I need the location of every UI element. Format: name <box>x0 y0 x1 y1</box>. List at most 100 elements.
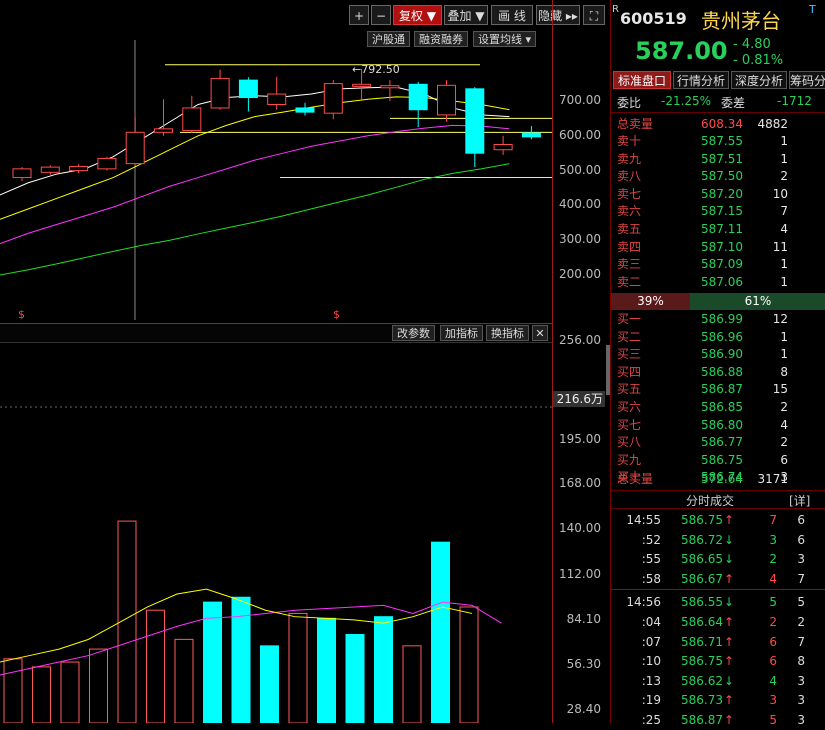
hgt-button[interactable]: 沪股通 <box>367 31 410 47</box>
tab-chips[interactable]: 筹码分 <box>789 71 825 89</box>
add-indicator-button[interactable]: 加指标 <box>440 325 483 341</box>
tick-time: :04 <box>641 615 661 629</box>
level-label: 买三 <box>617 347 642 362</box>
volume-bar <box>146 609 165 723</box>
price-chart[interactable]: ←792.50 $ $ <box>0 0 552 320</box>
level-volume: 6 <box>780 452 788 467</box>
weibi-value: -21.25% <box>661 94 712 108</box>
draw-line-button[interactable]: 画 线 <box>491 5 533 25</box>
volume-bar <box>431 541 450 723</box>
tick-price: 586.55 <box>681 595 723 610</box>
bid-row[interactable]: 买二 586.96 1 <box>611 329 825 346</box>
y-axis-area: 700.00 600.00 500.00 400.00 300.00 200.00 256… <box>552 0 607 723</box>
ask-row[interactable]: 卖九 587.51 1 <box>611 151 825 168</box>
bid-row[interactable]: 买六 586.85 2 <box>611 399 825 416</box>
bid-row[interactable]: 买五 586.87 15 <box>611 381 825 398</box>
last-price: 587.00 <box>635 37 728 65</box>
level-price: 587.51 <box>701 151 743 166</box>
volume-bar <box>60 661 80 723</box>
volume-bar <box>32 666 51 723</box>
level-label: 买二 <box>617 329 642 344</box>
price-change-pct: - 0.81% <box>733 53 784 68</box>
arrow-down-icon: ↓ <box>724 532 735 547</box>
level-volume: 11 <box>772 239 788 254</box>
level-label: 买五 <box>617 382 642 397</box>
rzrq-button[interactable]: 融资融券 <box>414 31 468 47</box>
arrow-up-icon: ↑ <box>724 693 735 708</box>
tab-analysis[interactable]: 行情分析 <box>673 71 729 89</box>
level-label: 卖五 <box>617 222 642 236</box>
level-price: 587.06 <box>701 274 743 289</box>
price-axis-tick: 300.00 <box>559 232 601 247</box>
bid-row[interactable]: 买七 586.80 4 <box>611 417 825 434</box>
volume-bar <box>260 645 279 723</box>
quote-panel: R 600519 贵州茅台 T 587.00 - 4.80 - 0.81% 标准… <box>610 0 825 727</box>
arrow-up-icon: ↑ <box>724 571 735 586</box>
volume-bar <box>3 658 23 723</box>
bid-row[interactable]: 买八 586.77 2 <box>611 434 825 451</box>
volume-bar <box>345 634 365 723</box>
bid-row[interactable]: 买四 586.88 8 <box>611 364 825 381</box>
volume-chart[interactable] <box>0 342 552 723</box>
ask-row[interactable]: 卖二 587.06 1 <box>611 274 825 291</box>
tick-time: :52 <box>641 532 661 547</box>
ticks-detail-link[interactable]: [详] <box>789 492 810 509</box>
bid-row[interactable]: 买三 586.90 1 <box>611 346 825 363</box>
tick-row: :07 586.71 ↑ 6 7 <box>611 632 825 652</box>
candle-body <box>182 107 202 132</box>
volume-axis-tick: 112.00 <box>559 566 601 581</box>
market-tag: R <box>612 4 619 15</box>
switch-indicator-button[interactable]: 换指标 <box>486 325 529 341</box>
overlay-dropdown[interactable]: 叠加 ▼ <box>444 5 488 25</box>
ask-row[interactable]: 卖三 587.09 1 <box>611 256 825 273</box>
candle-body <box>521 132 541 138</box>
tick-count: 6 <box>797 532 805 547</box>
volume-axis-tick: 56.30 <box>566 656 601 671</box>
level-label: 买八 <box>617 435 642 450</box>
buy-total-vol: 3171 <box>757 472 788 486</box>
tick-time: :55 <box>641 552 661 567</box>
bid-row[interactable]: 买九 586.75 6 <box>611 452 825 469</box>
fuquan-dropdown[interactable]: 复权 ▼ <box>393 5 442 25</box>
level-price: 587.11 <box>701 222 743 236</box>
sell-ratio-bar: 39% <box>611 293 690 310</box>
tick-row: :10 586.75 ↑ 6 8 <box>611 651 825 671</box>
tick-volume: 4 <box>769 673 777 688</box>
level-volume: 8 <box>780 364 788 379</box>
bid-row[interactable]: 买一 586.99 12 <box>611 311 825 328</box>
ma-setting-button[interactable]: 设置均线 ▾ <box>473 31 537 47</box>
price-axis-tick: 500.00 <box>559 162 601 177</box>
ask-row[interactable]: 卖十 587.55 1 <box>611 133 825 150</box>
volume-bar <box>288 612 308 723</box>
level-label: 买六 <box>617 400 642 414</box>
tick-time: :58 <box>641 571 661 586</box>
ask-row[interactable]: 卖八 587.50 2 <box>611 168 825 185</box>
price-axis-tick: 600.00 <box>559 127 601 142</box>
tab-standard[interactable]: 标准盘口 <box>613 71 671 89</box>
level-price: 587.50 <box>701 169 743 184</box>
volume-bar <box>203 601 222 723</box>
ask-row[interactable]: 卖六 587.15 7 <box>611 203 825 220</box>
level-label: 卖二 <box>617 274 642 289</box>
level-volume: 10 <box>772 186 788 201</box>
candle-body <box>69 165 89 172</box>
zoom-in-button[interactable]: + <box>349 5 369 25</box>
tick-row: :19 586.73 ↑ 3 3 <box>611 690 825 710</box>
tick-volume: 7 <box>769 513 777 527</box>
volume-current-value: 216.6万 <box>553 391 605 407</box>
tick-price: 586.64 <box>681 615 723 629</box>
ask-row[interactable]: 卖五 587.11 4 <box>611 221 825 238</box>
ask-row[interactable]: 卖四 587.10 11 <box>611 239 825 256</box>
close-indicator-icon[interactable]: ✕ <box>532 325 548 341</box>
level-label: 卖六 <box>617 204 642 219</box>
zoom-out-button[interactable]: − <box>371 5 391 25</box>
change-params-button[interactable]: 改参数 <box>392 325 435 341</box>
tab-depth[interactable]: 深度分析 <box>731 71 787 89</box>
tick-price: 586.75 <box>681 513 723 527</box>
ask-row[interactable]: 卖七 587.20 10 <box>611 186 825 203</box>
tick-price: 586.87 <box>681 713 723 727</box>
candle-body <box>493 144 513 151</box>
high-price-label: ←792.50 <box>352 63 400 76</box>
kline-chart-area[interactable]: ←792.50 $ $ 沪股通 融资融券 设置均线 ▾ 改参数 加指标 换指标 ✕ <box>0 0 552 723</box>
level-label: 卖九 <box>617 151 642 166</box>
